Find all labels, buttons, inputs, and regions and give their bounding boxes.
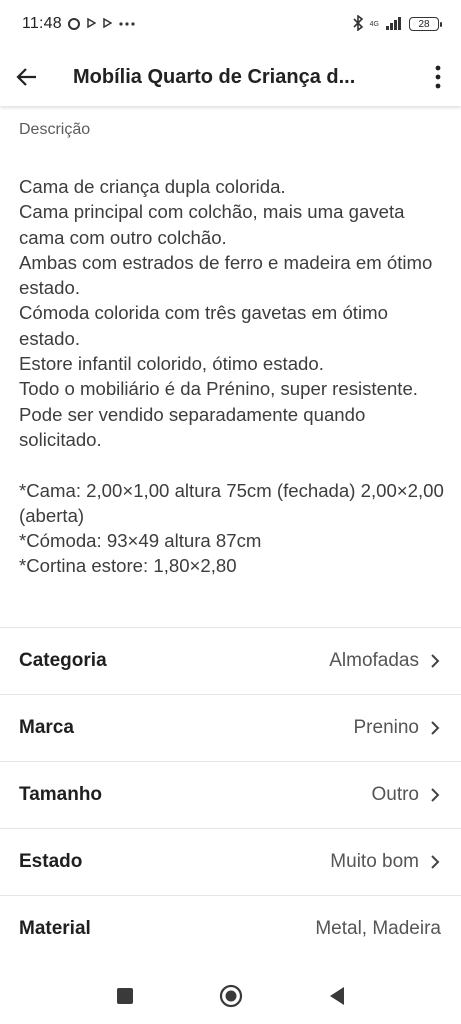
attribute-value: Outro <box>371 784 419 805</box>
app-bar: Mobília Quarto de Criança d... <box>0 48 461 106</box>
attribute-label: Material <box>19 918 91 939</box>
attribute-label: Marca <box>19 717 74 738</box>
attribute-value-group: Prenino <box>354 717 442 739</box>
triangle-back-icon <box>329 987 344 1005</box>
attribute-row-material: Material Metal, Madeira <box>0 895 461 962</box>
play-icon-1 <box>86 17 97 31</box>
attribute-label: Estado <box>19 851 83 872</box>
attributes-list: Categoria Almofadas Marca Prenino Tamanh… <box>0 627 461 962</box>
chevron-right-icon <box>431 654 440 668</box>
home-button[interactable] <box>218 983 244 1009</box>
notification-ring-icon <box>67 18 80 30</box>
more-options-button[interactable] <box>415 48 461 106</box>
attribute-row-categoria[interactable]: Categoria Almofadas <box>0 627 461 694</box>
back-button[interactable] <box>0 48 54 106</box>
system-navigation-bar <box>0 968 461 1024</box>
attribute-value: Metal, Madeira <box>315 918 441 939</box>
recents-button[interactable] <box>112 983 138 1009</box>
more-vertical-icon <box>435 65 441 89</box>
signal-icon <box>385 16 403 33</box>
attribute-value: Prenino <box>353 717 420 738</box>
chevron-right-icon <box>431 788 440 802</box>
bluetooth-icon <box>352 13 364 34</box>
attribute-value: Muito bom <box>330 851 419 872</box>
status-bar: 11:48 4G 28 <box>0 0 461 48</box>
square-icon <box>116 988 133 1004</box>
description-label: Descrição <box>19 121 91 138</box>
attribute-row-tamanho[interactable]: Tamanho Outro <box>0 761 461 828</box>
back-nav-button[interactable] <box>324 983 350 1009</box>
home-circle-icon <box>219 984 242 1008</box>
status-left: 11:48 <box>22 15 136 33</box>
network-type-label: 4G <box>369 20 379 28</box>
attribute-label: Categoria <box>19 650 107 671</box>
arrow-left-icon <box>16 68 36 86</box>
more-notifications-icon <box>118 18 136 30</box>
attribute-value-group: Metal, Madeira <box>315 918 441 940</box>
chevron-right-icon <box>431 721 440 735</box>
attribute-row-estado[interactable]: Estado Muito bom <box>0 828 461 895</box>
status-right: 4G 28 <box>352 13 442 34</box>
attribute-value-group: Almofadas <box>329 650 441 672</box>
play-icon-2 <box>102 17 113 31</box>
attribute-label: Tamanho <box>19 784 103 805</box>
page-title: Mobília Quarto de Criança d... <box>73 65 356 88</box>
attribute-value: Almofadas <box>329 650 419 671</box>
description-text: Cama de criança dupla colorida. Cama pri… <box>19 176 444 577</box>
battery-icon: 28 <box>409 17 442 31</box>
attribute-value-group: Muito bom <box>330 851 441 873</box>
attribute-row-marca[interactable]: Marca Prenino <box>0 694 461 761</box>
status-time: 11:48 <box>22 15 62 32</box>
attribute-value-group: Outro <box>371 784 441 806</box>
chevron-right-icon <box>431 855 440 869</box>
